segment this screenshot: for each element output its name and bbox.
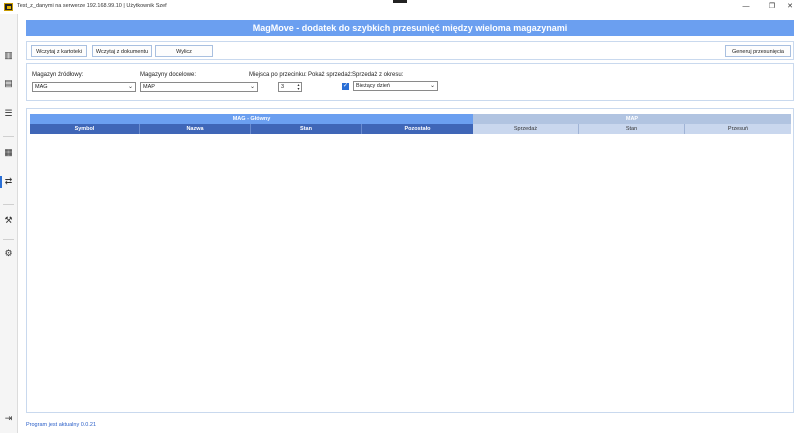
grid-add-icon[interactable]: ▦	[3, 147, 14, 158]
sales-period-label: Sprzedaż z okresu:	[352, 72, 404, 78]
sidebar: ▥ ▤ ☰ ▦ ⇄ ⚒ ⚙ ⇥	[0, 14, 18, 433]
show-sales-checkbox[interactable]: ✓	[342, 83, 349, 90]
target-warehouses-select[interactable]: MAP ⌄	[140, 82, 258, 92]
close-button[interactable]: ✕	[784, 2, 796, 12]
column-header-sales[interactable]: Sprzedaż	[473, 124, 579, 134]
toolbar: Wczytaj z kartoteki Wczytaj z dokumentu …	[26, 41, 794, 60]
app-logo-icon	[4, 3, 13, 11]
maximize-button[interactable]: ❐	[766, 2, 778, 12]
logout-icon[interactable]: ⇥	[3, 413, 14, 424]
source-warehouse-label: Magazyn źródłowy:	[32, 72, 84, 78]
sales-period-select[interactable]: Bieżący dzień ⌄	[353, 81, 438, 91]
chevron-down-icon: ⌄	[127, 84, 133, 90]
target-group-header: MAP	[473, 114, 791, 124]
sales-period-value: Bieżący dzień	[356, 83, 390, 89]
decimals-label: Miejsca po przecinku:	[249, 72, 307, 78]
decimals-value: 3	[281, 84, 285, 90]
sidebar-active-indicator	[0, 176, 2, 188]
generate-transfers-button[interactable]: Generuj przesunięcia	[725, 45, 791, 57]
source-group-header: MAG - Główny	[30, 114, 473, 124]
status-text: Program jest aktualny 0.0.21	[26, 422, 97, 428]
filters-panel: Magazyn źródłowy: MAG ⌄ Magazyny docelow…	[26, 63, 794, 101]
title-bar: Test_z_danymi na serwerze 192.168.99.10 …	[0, 0, 800, 14]
chevron-down-icon: ⌄	[249, 84, 255, 90]
sidebar-separator	[3, 204, 14, 205]
column-header-name[interactable]: Nazwa	[140, 124, 251, 134]
load-from-document-button[interactable]: Wczytaj z dokumentu	[92, 45, 152, 57]
column-header-remaining[interactable]: Pozostało	[362, 124, 473, 134]
transfer-grid: MAG - Główny MAP Symbol Nazwa Stan Pozos…	[26, 108, 794, 413]
chevron-down-icon: ⌄	[429, 83, 435, 89]
decimals-stepper[interactable]: 3 ▲ ▼	[278, 82, 302, 92]
column-header-symbol[interactable]: Symbol	[30, 124, 140, 134]
load-from-cards-button[interactable]: Wczytaj z kartoteki	[31, 45, 87, 57]
camera-notch	[393, 0, 407, 3]
sidebar-separator	[3, 136, 14, 137]
target-warehouses-value: MAP	[143, 84, 155, 90]
show-sales-label: Pokaż sprzedaż:	[308, 72, 353, 78]
window-title: Test_z_danymi na serwerze 192.168.99.10 …	[17, 3, 167, 9]
settings-icon[interactable]: ⚙	[3, 248, 14, 259]
list-icon[interactable]: ☰	[3, 108, 14, 119]
tools-icon[interactable]: ⚒	[3, 215, 14, 226]
source-warehouse-select[interactable]: MAG ⌄	[32, 82, 136, 92]
bar-chart-alt-icon[interactable]: ▤	[3, 78, 14, 89]
column-header-target-stock[interactable]: Stan	[579, 124, 685, 134]
warehouse-move-icon[interactable]: ⇄	[3, 176, 14, 187]
clear-button[interactable]: Wylicz	[155, 45, 213, 57]
column-header-stock[interactable]: Stan	[251, 124, 362, 134]
source-warehouse-value: MAG	[35, 84, 48, 90]
bar-chart-icon[interactable]: ▥	[3, 50, 14, 61]
page-title: MagMove - dodatek do szybkich przesunięć…	[26, 20, 794, 36]
stepper-arrows-icon[interactable]: ▲ ▼	[296, 83, 301, 91]
target-warehouses-label: Magazyny docelowe:	[140, 72, 197, 78]
column-header-row: Symbol Nazwa Stan Pozostało Sprzedaż Sta…	[30, 124, 791, 134]
minimize-button[interactable]: —	[740, 2, 752, 12]
column-header-transfer[interactable]: Przesuń	[685, 124, 791, 134]
sidebar-separator	[3, 239, 14, 240]
